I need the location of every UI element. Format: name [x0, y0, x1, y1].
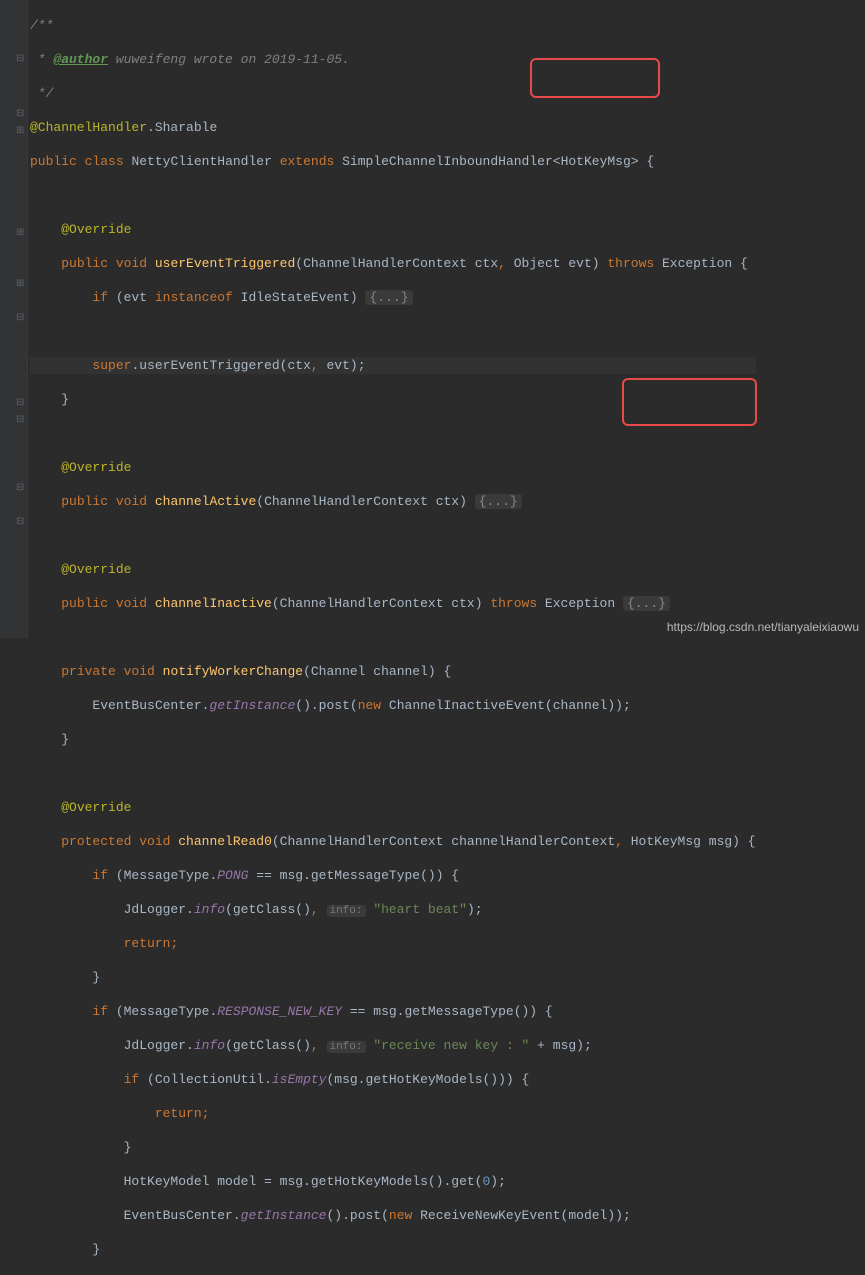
fold-icon[interactable]: ⊟: [16, 399, 26, 409]
annotation-override: @Override: [61, 562, 131, 577]
doc-comment: * @author wuweifeng wrote on 2019-11-05.: [30, 52, 350, 67]
fold-icon[interactable]: ⊟: [16, 518, 26, 528]
fold-icon[interactable]: ⊞: [16, 229, 26, 239]
editor-gutter: ⊟ ⊟ ⊞ ⊞ ⊞ ⊟ ⊟ ⊟ ⊟ ⊟: [0, 0, 28, 638]
annotation-override: @Override: [61, 460, 131, 475]
method-name: channelActive: [155, 494, 256, 509]
doc-comment: /**: [30, 18, 53, 33]
fold-icon[interactable]: ⊟: [16, 314, 26, 324]
doc-comment: */: [30, 86, 53, 101]
method-name: channelInactive: [155, 596, 272, 611]
fold-icon[interactable]: ⊟: [16, 55, 26, 65]
folded-block[interactable]: {...}: [475, 494, 522, 509]
annotation-override: @Override: [61, 222, 131, 237]
method-name: notifyWorkerChange: [163, 664, 303, 679]
method-name: channelRead0: [178, 834, 272, 849]
fold-icon[interactable]: ⊞: [16, 280, 26, 290]
param-hotkeymsg: HotKeyMsg msg): [631, 834, 748, 849]
param-hint: info:: [327, 1041, 366, 1053]
fold-icon[interactable]: ⊟: [16, 110, 26, 120]
fold-icon[interactable]: ⊟: [16, 416, 26, 426]
watermark: https://blog.csdn.net/tianyaleixiaowu: [667, 620, 859, 634]
folded-block[interactable]: {...}: [623, 596, 670, 611]
annotation-override: @Override: [61, 800, 131, 815]
generic-type: HotKeyMsg: [561, 154, 631, 169]
param-hint: info:: [327, 905, 366, 917]
folded-block[interactable]: {...}: [365, 290, 412, 305]
class-name: NettyClientHandler: [131, 154, 271, 169]
annotation: @ChannelHandler: [30, 120, 147, 135]
method-name: userEventTriggered: [155, 256, 295, 271]
fold-icon[interactable]: ⊟: [16, 484, 26, 494]
fold-icon[interactable]: ⊞: [16, 127, 26, 137]
